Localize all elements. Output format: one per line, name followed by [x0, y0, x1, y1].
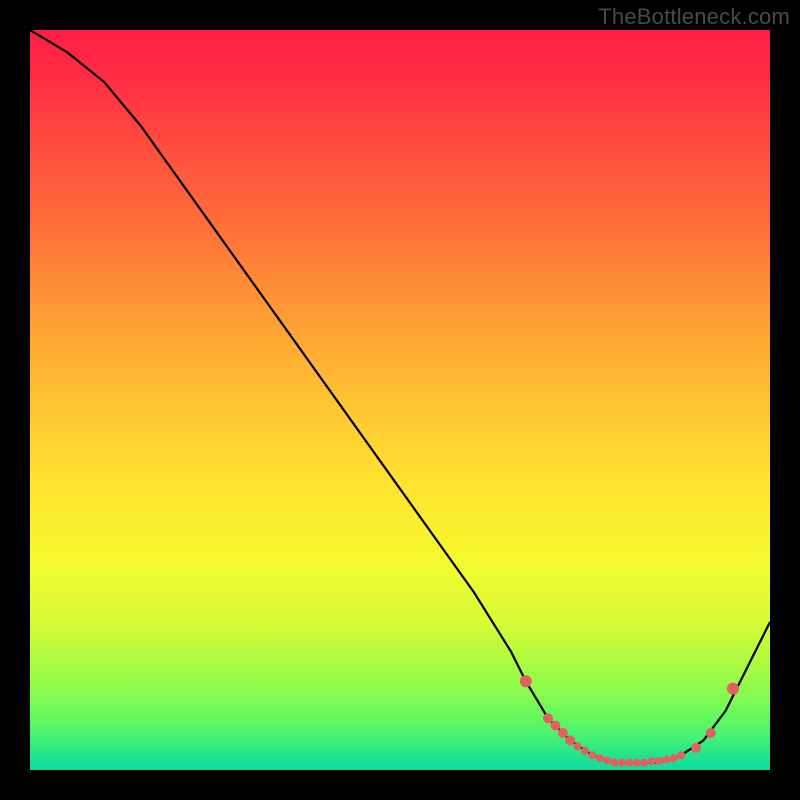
marker-dot — [670, 754, 678, 762]
marker-dot — [588, 751, 596, 759]
marker-dot — [596, 754, 604, 762]
marker-dot — [691, 743, 701, 753]
marker-dot — [625, 759, 633, 767]
watermark-label: TheBottleneck.com — [598, 4, 790, 30]
marker-dot — [611, 759, 619, 767]
marker-dot — [648, 757, 656, 765]
marker-dot — [677, 751, 685, 759]
marker-dot — [727, 683, 739, 695]
marker-dot — [706, 728, 716, 738]
marker-dot — [662, 756, 670, 764]
marker-dot — [520, 675, 532, 687]
marker-dot — [543, 713, 553, 723]
bottleneck-curve — [30, 30, 770, 763]
marker-dot — [633, 759, 641, 767]
marker-dot — [640, 759, 648, 767]
chart-svg — [30, 30, 770, 770]
marker-dot — [603, 756, 611, 764]
marker-dot — [581, 747, 589, 755]
marker-dot — [655, 757, 663, 765]
marker-dot — [574, 742, 582, 750]
chart-frame: TheBottleneck.com — [0, 0, 800, 800]
marker-dot — [565, 735, 575, 745]
marker-dot — [558, 728, 568, 738]
marker-dot — [550, 721, 560, 731]
marker-dot — [618, 759, 626, 767]
marker-dots-group — [520, 675, 739, 766]
